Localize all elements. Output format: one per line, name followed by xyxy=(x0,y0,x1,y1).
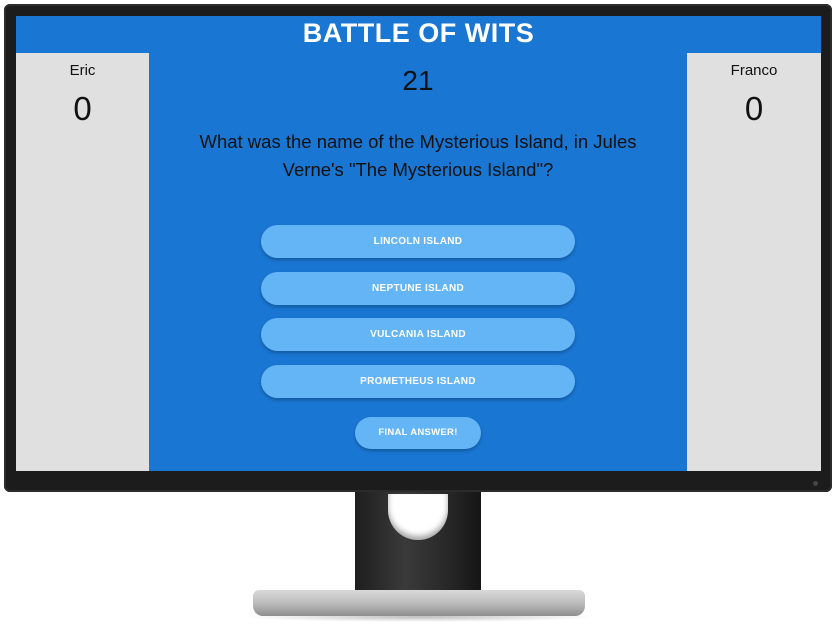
player-panel-right: Franco 0 xyxy=(687,53,821,471)
player-score-left: 0 xyxy=(73,90,92,127)
player-score-right: 0 xyxy=(744,90,764,127)
question-area: 21 What was the name of the Mysterious I… xyxy=(149,53,687,471)
player-panel-left: Eric 0 xyxy=(16,53,149,471)
monitor-stand-base xyxy=(253,590,585,616)
player-name-right: Franco xyxy=(730,62,778,79)
final-answer-button[interactable]: FINAL ANSWER! xyxy=(355,417,481,449)
answer-button-4[interactable]: PROMETHEUS ISLAND xyxy=(261,365,575,398)
question-text: What was the name of the Mysterious Isla… xyxy=(199,131,637,180)
monitor-screen: BATTLE OF WITS Eric 0 21 What was the na… xyxy=(16,16,821,471)
countdown-timer: 21 xyxy=(402,65,434,96)
answer-button-2[interactable]: NEPTUNE ISLAND xyxy=(261,272,575,305)
player-name-left: Eric xyxy=(69,62,96,79)
answer-button-3[interactable]: VULCANIA ISLAND xyxy=(261,318,575,351)
answer-button-1[interactable]: LINCOLN ISLAND xyxy=(261,225,575,258)
app-title: BATTLE OF WITS xyxy=(16,16,821,53)
power-indicator xyxy=(813,481,818,486)
